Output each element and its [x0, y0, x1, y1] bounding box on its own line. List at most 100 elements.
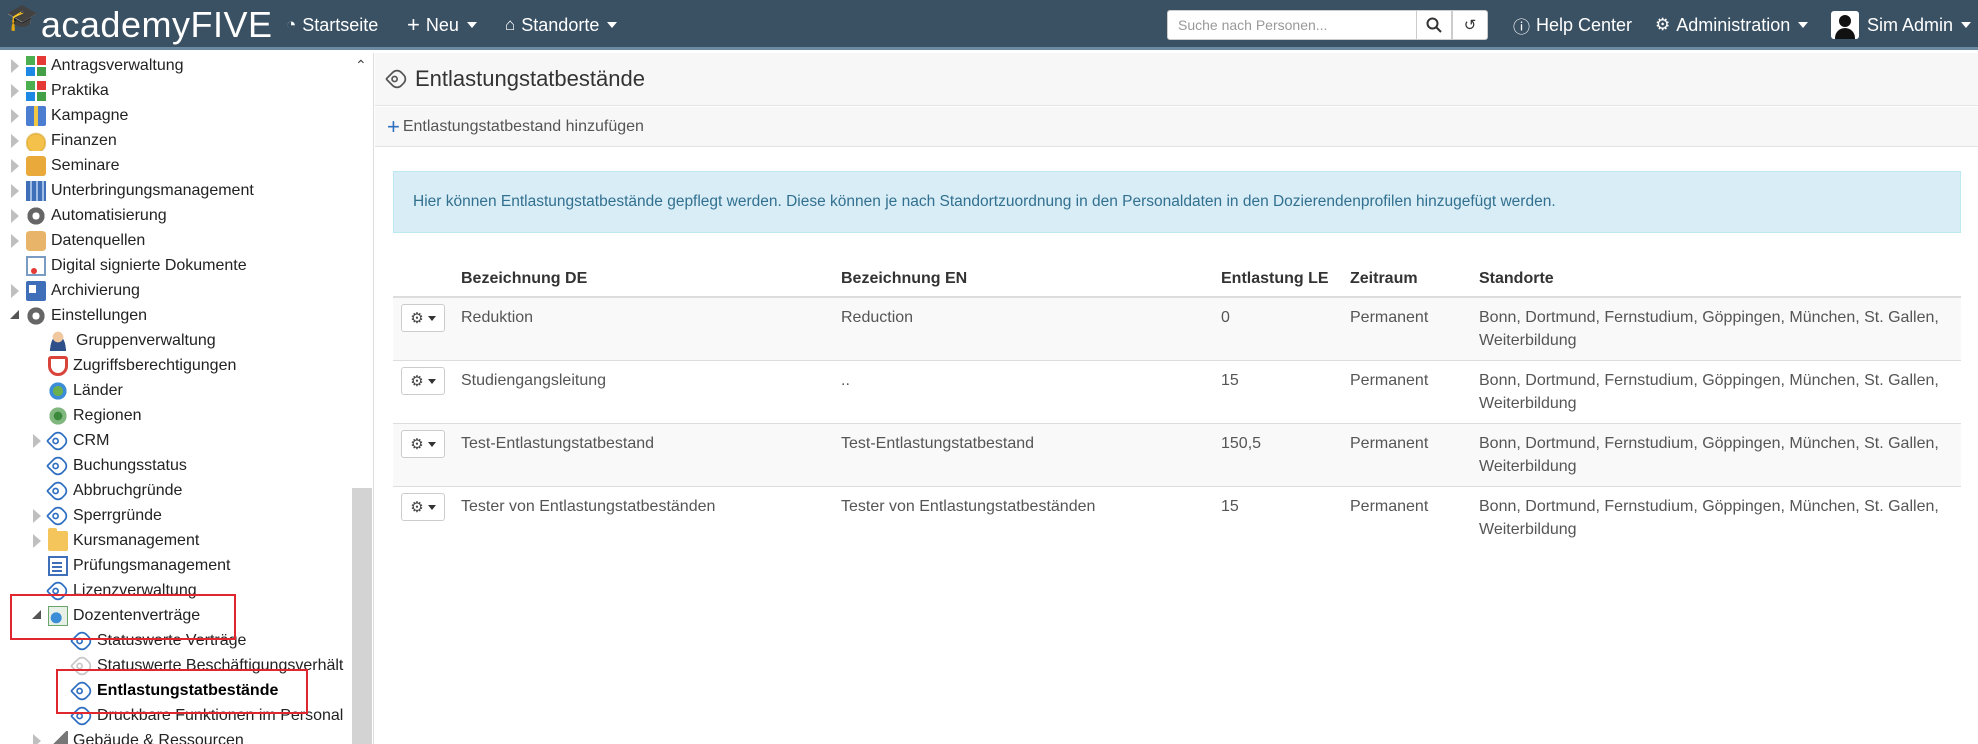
collapse-icon[interactable] [10, 310, 19, 319]
sidebar-item-automatisierung[interactable]: Automatisierung [11, 204, 167, 228]
person-search-input[interactable] [1167, 10, 1417, 40]
column-header-actions [393, 261, 453, 298]
building-icon [26, 181, 46, 201]
sidebar-item-crm[interactable]: CRM [33, 428, 110, 454]
sidebar-item-label: Einstellungen [51, 307, 148, 324]
expand-icon[interactable] [11, 59, 19, 73]
administration-menu[interactable]: ⚙ Administration [1655, 0, 1809, 50]
sidebar-item-label: Buchungsstatus [73, 457, 187, 474]
sidebar-item-datenquellen[interactable]: Datenquellen [11, 229, 145, 253]
caret-down-icon [427, 315, 436, 321]
help-center-link[interactable]: ⓘ Help Center [1513, 0, 1632, 50]
tag-icon [45, 503, 71, 529]
sidebar-item-label: Praktika [51, 82, 109, 99]
sidebar-item-kursmanagement[interactable]: Kursmanagement [33, 528, 199, 553]
sidebar-item-einstellungen[interactable]: Einstellungen [10, 304, 147, 328]
nav-neu[interactable]: + Neu [407, 0, 477, 50]
id-card-icon [26, 281, 46, 301]
column-header[interactable]: Bezeichnung DE [453, 261, 833, 298]
column-header[interactable]: Standorte [1471, 261, 1961, 298]
sidebar-item-label: Regionen [73, 407, 142, 424]
row-actions-button[interactable]: ⚙ [401, 367, 445, 395]
sidebar-item-label: Seminare [51, 157, 120, 174]
cog-icon: ⚙ [1655, 15, 1671, 34]
user-menu[interactable]: Sim Admin [1831, 0, 1972, 50]
row-actions-cell: ⚙ [393, 486, 453, 549]
sidebar-item-archivierung[interactable]: Archivierung [11, 279, 140, 303]
expand-icon[interactable] [11, 84, 19, 98]
main-content: Entlastungstatbestände + Entlastungstatb… [375, 53, 1978, 744]
scroll-up-icon[interactable]: ⌃ [355, 57, 367, 74]
sidebar-item-buchungsstatus[interactable]: Buchungsstatus [45, 453, 187, 479]
expand-icon[interactable] [11, 284, 19, 298]
expand-icon[interactable] [11, 109, 19, 123]
row-actions-button[interactable]: ⚙ [401, 493, 445, 521]
row-actions-button[interactable]: ⚙ [401, 304, 445, 332]
sidebar-item-gebaeude-ressourcen[interactable]: Gebäude & Ressourcen [33, 729, 244, 744]
sidebar-item-antragsverwaltung[interactable]: Antragsverwaltung [11, 54, 184, 78]
sidebar-item-seminare[interactable]: Seminare [11, 154, 119, 178]
standorte-line: Bonn, Dortmund, Fernstudium, Göppingen, … [1479, 309, 1939, 326]
sidebar-item-abbruchgruende[interactable]: Abbruchgründe [45, 478, 183, 504]
gear-icon [26, 306, 46, 326]
sidebar-item-praktika[interactable]: Praktika [11, 79, 109, 103]
app-logo[interactable]: 🎓 academyFIVE [6, 2, 272, 48]
expand-icon[interactable] [33, 734, 41, 744]
sidebar-item-label: Prüfungsmanagement [73, 557, 231, 574]
caret-down-icon [466, 22, 477, 28]
sidebar-item-label: Gebäude & Ressourcen [73, 732, 244, 744]
grid-icon [26, 56, 46, 76]
sidebar-item-digital-signierte-dokumente[interactable]: Digital signierte Dokumente [26, 254, 247, 278]
search-history-button[interactable]: ↺ [1452, 10, 1488, 40]
sidebar-item-kampagne[interactable]: Kampagne [11, 104, 128, 128]
sidebar-item-gruppenverwaltung[interactable]: Gruppenverwaltung [48, 329, 216, 353]
info-alert-text: Hier können Entlastungstatbestände gepfl… [413, 193, 1556, 210]
nav-standorte[interactable]: ⌂ Standorte [505, 0, 618, 50]
sidebar-item-label: Archivierung [51, 282, 140, 299]
expand-icon[interactable] [11, 234, 19, 248]
sidebar-item-regionen[interactable]: Regionen [48, 404, 142, 428]
nav-standorte-label: Standorte [521, 14, 600, 35]
sidebar-item-label: Abbruchgründe [73, 482, 183, 499]
caret-down-icon [427, 378, 436, 384]
entlastung-table: Bezeichnung DE Bezeichnung EN Entlastung… [393, 261, 1961, 549]
cell-entlastung-le: 150,5 [1213, 423, 1342, 487]
plus-icon: + [387, 113, 400, 139]
column-header[interactable]: Bezeichnung EN [833, 261, 1213, 298]
search-button[interactable] [1416, 10, 1452, 40]
sidebar-item-zugriffsberechtigungen[interactable]: Zugriffsberechtigungen [48, 354, 236, 378]
standorte-line: Weiterbildung [1479, 521, 1577, 538]
cell-standorte: Bonn, Dortmund, Fernstudium, Göppingen, … [1471, 423, 1961, 487]
info-alert: Hier können Entlastungstatbestände gepfl… [393, 171, 1961, 233]
column-header[interactable]: Entlastung LE [1213, 261, 1342, 298]
sidebar-item-pruefungsmanagement[interactable]: Prüfungsmanagement [48, 554, 230, 578]
expand-icon[interactable] [33, 534, 41, 548]
expand-icon[interactable] [33, 434, 41, 448]
expand-icon[interactable] [11, 209, 19, 223]
sidebar-item-unterbringungsmanagement[interactable]: Unterbringungsmanagement [11, 179, 254, 203]
row-actions-button[interactable]: ⚙ [401, 430, 445, 458]
cell-bezeichnung-de: Test-Entlastungstatbestand [453, 423, 833, 487]
standorte-line: Bonn, Dortmund, Fernstudium, Göppingen, … [1479, 435, 1939, 452]
expand-icon[interactable] [11, 184, 19, 198]
column-header[interactable]: Zeitraum [1342, 261, 1471, 298]
expand-icon[interactable] [33, 509, 41, 523]
sidebar-item-laender[interactable]: Länder [48, 379, 123, 403]
cell-standorte: Bonn, Dortmund, Fernstudium, Göppingen, … [1471, 296, 1961, 361]
expand-icon[interactable] [11, 159, 19, 173]
coins-icon [26, 131, 46, 151]
sidebar-item-finanzen[interactable]: Finanzen [11, 129, 117, 153]
tag-icon [45, 453, 71, 479]
add-entlastungstatbestand-button[interactable]: + Entlastungstatbestand hinzufügen [387, 113, 644, 139]
sidebar-scrollbar[interactable] [352, 488, 372, 744]
expand-icon[interactable] [11, 134, 19, 148]
region-globe-icon [48, 406, 68, 426]
sidebar-item-label: CRM [73, 432, 110, 449]
nav-startseite[interactable]: ◔ Startseite [286, 0, 378, 50]
sidebar-item-sperrgruende[interactable]: Sperrgründe [33, 503, 162, 529]
table-row: ⚙ Tester von Entlastungstatbeständen Tes… [393, 486, 1961, 549]
question-circle-icon: ⓘ [1513, 17, 1530, 37]
standorte-line: Weiterbildung [1479, 332, 1577, 349]
cell-zeitraum: Permanent [1342, 296, 1471, 361]
standorte-line: Weiterbildung [1479, 395, 1577, 412]
